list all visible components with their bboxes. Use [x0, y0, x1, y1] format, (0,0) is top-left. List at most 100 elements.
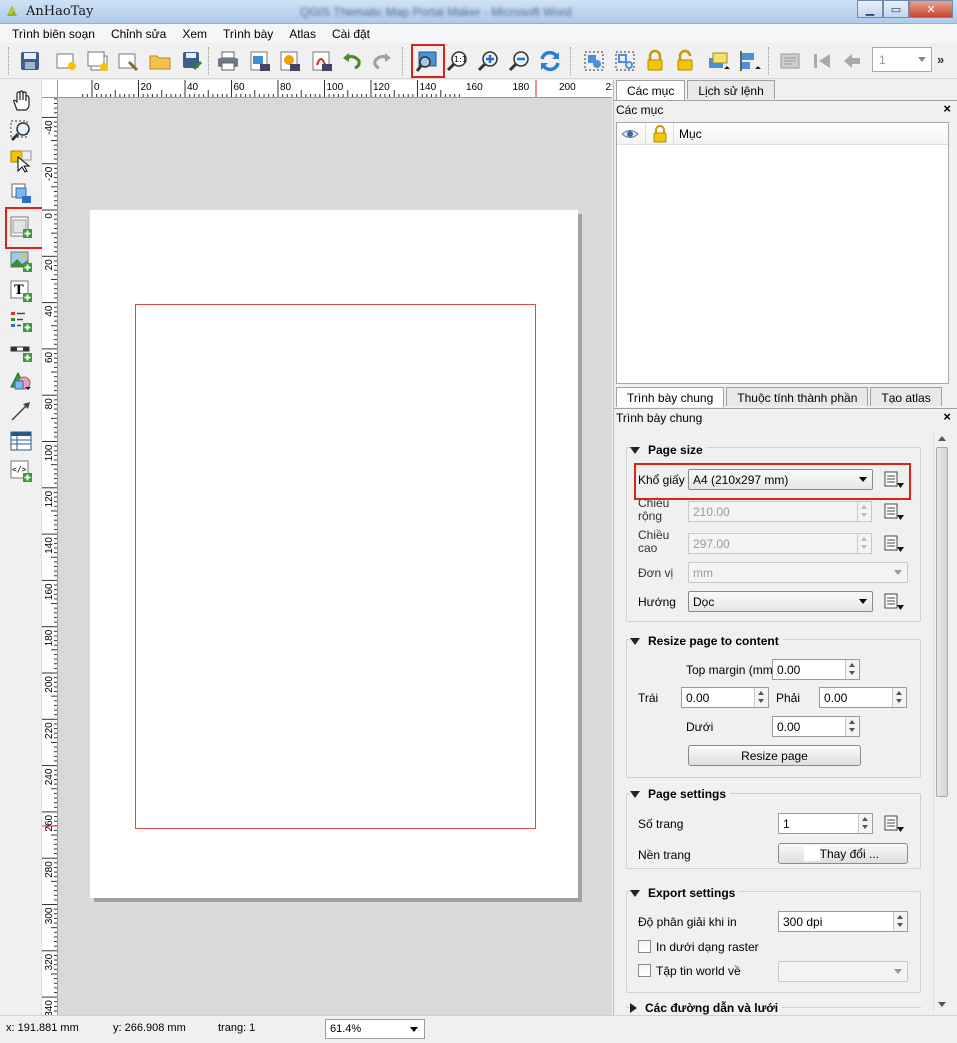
new-composer-button[interactable] [52, 47, 80, 75]
bottom-margin-label: Dưới [686, 720, 714, 734]
toolbar-overflow-button[interactable]: » [937, 52, 944, 67]
tab-composition[interactable]: Trình bày chung [616, 387, 725, 407]
scrollbar-thumb[interactable] [936, 447, 948, 797]
spin-arrows-icon[interactable] [857, 502, 871, 521]
lock-button[interactable] [641, 47, 669, 75]
add-legend-tool[interactable] [8, 308, 34, 334]
unit-combo[interactable]: mm [688, 562, 908, 583]
atlas-preview-icon [780, 53, 800, 69]
export-pdf-button[interactable] [308, 47, 336, 75]
previous-feature-button[interactable] [838, 47, 866, 75]
export-svg-button[interactable] [276, 47, 304, 75]
menu-settings[interactable]: Cài đặt [324, 24, 378, 43]
first-feature-button[interactable] [808, 47, 836, 75]
zoom-actual-button[interactable]: 1:1 [443, 47, 471, 75]
pan-tool[interactable] [8, 88, 34, 114]
items-tree[interactable]: Mục [616, 122, 949, 384]
composer-canvas[interactable] [58, 98, 612, 1015]
items-panel-header: Các mục × [614, 100, 957, 117]
undo-button[interactable] [338, 47, 366, 75]
add-arrow-tool[interactable] [8, 398, 34, 424]
resize-page-header[interactable]: Resize page to content [630, 634, 783, 648]
spin-arrows-icon[interactable] [845, 717, 859, 736]
data-defined-override-icon[interactable] [882, 501, 908, 523]
tab-item-properties[interactable]: Thuộc tính thành phần [726, 387, 869, 406]
world-file-map-combo[interactable] [778, 961, 908, 982]
save-template-button[interactable] [178, 47, 206, 75]
close-icon[interactable]: × [943, 101, 951, 116]
print-resolution-spinbox[interactable]: 300 dpi [778, 911, 908, 932]
spin-arrows-icon[interactable] [845, 660, 859, 679]
close-button[interactable]: ✕ [909, 0, 953, 18]
add-scalebar-tool[interactable] [8, 338, 34, 364]
menu-view[interactable]: Xem [174, 24, 215, 43]
zoom-in-button[interactable] [474, 47, 502, 75]
unlock-icon [677, 49, 693, 71]
resize-page-button[interactable]: Resize page [688, 745, 861, 766]
orientation-combo[interactable]: Dọc [688, 591, 873, 612]
unlock-button[interactable] [671, 47, 699, 75]
composer-manager-button[interactable] [114, 47, 142, 75]
spin-arrows-icon[interactable] [858, 814, 872, 833]
guides-grid-header[interactable]: Các đường dẫn và lưới [630, 1001, 783, 1015]
right-margin-spinbox[interactable]: 0.00 [819, 687, 907, 708]
data-defined-override-icon[interactable] [882, 813, 908, 835]
menu-layout[interactable]: Trình bày [215, 24, 281, 43]
atlas-page-combo[interactable]: 1 [872, 47, 932, 72]
world-file-checkbox[interactable] [638, 964, 651, 977]
zoom-tool[interactable] [8, 118, 34, 144]
page-size-header[interactable]: Page size [630, 443, 707, 457]
ungroup-button[interactable] [611, 47, 639, 75]
bottom-margin-spinbox[interactable]: 0.00 [772, 716, 860, 737]
scroll-down-icon[interactable] [938, 1002, 946, 1007]
atlas-preview-button[interactable] [776, 47, 804, 75]
export-image-button[interactable] [246, 47, 274, 75]
duplicate-composer-button[interactable] [84, 47, 112, 75]
redo-button[interactable] [368, 47, 396, 75]
maximize-button[interactable]: ▭ [883, 0, 909, 18]
add-table-tool[interactable] [8, 428, 34, 454]
spin-arrows-icon[interactable] [754, 688, 768, 707]
zoom-out-button[interactable] [505, 47, 533, 75]
align-items-button[interactable] [736, 47, 764, 75]
tab-command-history[interactable]: Lịch sử lệnh [687, 80, 775, 99]
menu-edit[interactable]: Chỉnh sửa [103, 24, 174, 43]
menu-atlas[interactable]: Atlas [281, 24, 324, 43]
print-as-raster-checkbox[interactable] [638, 940, 651, 953]
spin-arrows-icon[interactable] [857, 534, 871, 553]
add-shape-tool[interactable] [8, 368, 34, 394]
group-button[interactable] [580, 47, 608, 75]
left-margin-spinbox[interactable]: 0.00 [681, 687, 769, 708]
add-label-tool[interactable]: T [8, 278, 34, 304]
unit-value: mm [693, 566, 713, 580]
print-button[interactable] [214, 47, 242, 75]
add-html-tool[interactable]: </> [8, 458, 34, 484]
width-spinbox[interactable]: 210.00 [688, 501, 872, 522]
spin-arrows-icon[interactable] [892, 688, 906, 707]
tab-atlas-generation[interactable]: Tạo atlas [870, 387, 942, 406]
page-background-button[interactable]: Thay đổi ... [778, 843, 908, 864]
data-defined-override-icon[interactable] [882, 533, 908, 555]
raise-items-button[interactable] [704, 47, 732, 75]
refresh-button[interactable] [536, 47, 564, 75]
height-spinbox[interactable]: 297.00 [688, 533, 872, 554]
page-settings-header[interactable]: Page settings [630, 787, 731, 801]
move-content-tool[interactable] [8, 180, 34, 206]
zoom-combo[interactable]: 61.4% [325, 1019, 425, 1039]
page-count-spinbox[interactable]: 1 [778, 813, 873, 834]
minimize-button[interactable]: ▁ [857, 0, 883, 18]
data-defined-override-icon[interactable] [882, 591, 908, 613]
select-move-tool[interactable] [8, 148, 34, 174]
save-button[interactable] [16, 47, 44, 75]
properties-scrollbar[interactable] [933, 431, 949, 1011]
top-margin-spinbox[interactable]: 0.00 [772, 659, 860, 680]
open-folder-button[interactable] [146, 47, 174, 75]
a4-page[interactable] [90, 210, 578, 898]
tab-items[interactable]: Các mục [616, 80, 686, 100]
menu-composer[interactable]: Trình biên soạn [4, 24, 103, 43]
spin-arrows-icon[interactable] [893, 912, 907, 931]
add-image-tool[interactable] [8, 248, 34, 274]
scroll-up-icon[interactable] [938, 436, 946, 441]
export-settings-header[interactable]: Export settings [630, 886, 740, 900]
close-icon[interactable]: × [943, 409, 951, 424]
